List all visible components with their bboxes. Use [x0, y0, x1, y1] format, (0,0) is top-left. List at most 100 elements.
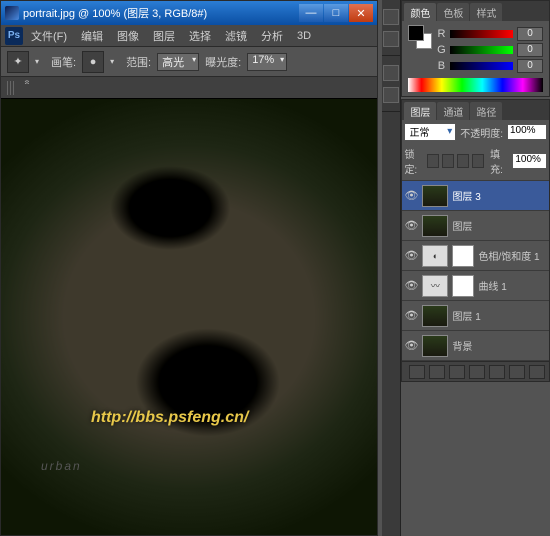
layers-panel: 图层 通道 路径 正常 不透明度: 100% 锁定: 填充:	[401, 99, 550, 382]
visibility-eye-icon[interactable]: 👁	[404, 279, 418, 293]
navigator-icon	[383, 9, 399, 25]
opacity-field[interactable]: 100%	[507, 124, 547, 140]
layer-mask-icon[interactable]	[449, 365, 465, 379]
layer-row[interactable]: 👁 图层 3	[402, 181, 549, 211]
paragraph-icon	[383, 87, 399, 103]
layer-thumbnail[interactable]	[422, 215, 448, 237]
ps-icon[interactable]: Ps	[5, 27, 23, 45]
exposure-label: 曝光度:	[205, 54, 241, 70]
titlebar-text: portrait.jpg @ 100% (图层 3, RGB/8#)	[23, 5, 299, 21]
tab-channels[interactable]: 通道	[437, 102, 469, 120]
layer-fx-icon[interactable]	[429, 365, 445, 379]
delete-layer-icon[interactable]	[529, 365, 545, 379]
channel-g-input[interactable]: 0	[517, 43, 543, 57]
active-tool-icon[interactable]: ✦	[7, 51, 29, 73]
layer-row[interactable]: 👁 ◐ 色相/饱和度 1	[402, 241, 549, 271]
dock-group-1[interactable]	[382, 0, 400, 56]
channel-r-input[interactable]: 0	[517, 27, 543, 41]
right-panels: 颜色 色板 样式 R 0 G	[382, 0, 550, 536]
document-window: portrait.jpg @ 100% (图层 3, RGB/8#) — □ ✕…	[0, 0, 378, 536]
layer-name-label[interactable]: 图层 3	[452, 188, 547, 203]
layer-thumbnail[interactable]: ◐	[422, 245, 448, 267]
blend-mode-select[interactable]: 正常	[404, 123, 456, 141]
menu-file[interactable]: 文件(F)	[25, 26, 73, 46]
visibility-eye-icon[interactable]: 👁	[404, 339, 418, 353]
layer-thumbnail[interactable]	[422, 185, 448, 207]
tab-styles[interactable]: 样式	[470, 3, 502, 21]
color-swatch-pair[interactable]	[408, 25, 432, 49]
fill-field[interactable]: 100%	[512, 153, 547, 169]
menu-analysis[interactable]: 分析	[255, 26, 289, 46]
new-adj-layer-icon[interactable]	[469, 365, 485, 379]
layer-name-label[interactable]: 曲线 1	[478, 278, 547, 293]
layer-row[interactable]: 👁 背景	[402, 331, 549, 361]
menu-image[interactable]: 图像	[111, 26, 145, 46]
range-label: 范围:	[126, 54, 151, 70]
watermark-bottom: urban	[41, 459, 82, 473]
menu-filter[interactable]: 滤镜	[219, 26, 253, 46]
visibility-eye-icon[interactable]: 👁	[404, 309, 418, 323]
brush-preview[interactable]: ●	[82, 51, 104, 73]
channel-g-label: G	[436, 44, 446, 56]
menu-layer[interactable]: 图层	[147, 26, 181, 46]
titlebar[interactable]: portrait.jpg @ 100% (图层 3, RGB/8#) — □ ✕	[1, 1, 377, 25]
layer-list: 👁 图层 3 👁 图层 👁 ◐ 色相/饱和度 1 👁 〰 曲线 1 👁 图层 1 👁 背景	[402, 181, 549, 361]
airbrush-icon[interactable]: ꩰ	[21, 79, 39, 97]
color-panel: 颜色 色板 样式 R 0 G	[401, 0, 550, 97]
panel-dock	[382, 0, 401, 536]
canvas-area[interactable]: http://bbs.psfeng.cn/ urban	[1, 99, 377, 535]
layer-row[interactable]: 👁 图层 1	[402, 301, 549, 331]
minimize-button[interactable]: —	[299, 4, 323, 22]
tool-preset-dropdown[interactable]: ▾	[35, 57, 45, 66]
brush-dropdown[interactable]: ▾	[110, 57, 120, 66]
layers-footer	[402, 361, 549, 381]
tool-options-bar: ✦ ▾ 画笔: ● ▾ 范围: 高光 曝光度: 17%	[1, 47, 377, 77]
layer-name-label[interactable]: 背景	[452, 338, 547, 353]
channel-r-slider[interactable]	[450, 30, 513, 38]
layer-row[interactable]: 👁 图层	[402, 211, 549, 241]
layer-mask-thumbnail[interactable]	[452, 275, 474, 297]
link-layers-icon[interactable]	[409, 365, 425, 379]
layer-mask-thumbnail[interactable]	[452, 245, 474, 267]
spectrum-bar[interactable]	[408, 78, 543, 92]
range-select[interactable]: 高光	[157, 53, 199, 71]
watermark-url: http://bbs.psfeng.cn/	[91, 409, 248, 427]
lock-transparency-icon[interactable]	[427, 154, 439, 168]
sub-grip[interactable]	[7, 81, 15, 95]
visibility-eye-icon[interactable]: 👁	[404, 189, 418, 203]
lock-all-icon[interactable]	[472, 154, 484, 168]
opacity-label: 不透明度:	[460, 125, 503, 140]
visibility-eye-icon[interactable]: 👁	[404, 249, 418, 263]
lock-pixels-icon[interactable]	[442, 154, 454, 168]
layer-name-label[interactable]: 色相/饱和度 1	[478, 248, 547, 263]
layer-thumbnail[interactable]	[422, 335, 448, 357]
channel-b-slider[interactable]	[450, 62, 513, 70]
channel-b-label: B	[436, 60, 446, 72]
menu-select[interactable]: 选择	[183, 26, 217, 46]
menu-3d[interactable]: 3D	[291, 28, 317, 44]
channel-g-slider[interactable]	[450, 46, 513, 54]
brush-label: 画笔:	[51, 54, 76, 70]
visibility-eye-icon[interactable]: 👁	[404, 219, 418, 233]
tab-color[interactable]: 颜色	[404, 3, 436, 21]
layer-name-label[interactable]: 图层 1	[452, 308, 547, 323]
lock-label: 锁定:	[404, 146, 423, 176]
close-button[interactable]: ✕	[349, 4, 373, 22]
maximize-button[interactable]: □	[324, 4, 348, 22]
new-layer-icon[interactable]	[509, 365, 525, 379]
new-group-icon[interactable]	[489, 365, 505, 379]
lock-position-icon[interactable]	[457, 154, 469, 168]
tab-layers[interactable]: 图层	[404, 102, 436, 120]
layer-row[interactable]: 👁 〰 曲线 1	[402, 271, 549, 301]
layer-thumbnail[interactable]	[422, 305, 448, 327]
menu-edit[interactable]: 编辑	[75, 26, 109, 46]
tab-swatches[interactable]: 色板	[437, 3, 469, 21]
dock-group-2[interactable]	[382, 56, 400, 112]
channel-b-input[interactable]: 0	[517, 59, 543, 73]
fill-label: 填充:	[490, 146, 509, 176]
tab-paths[interactable]: 路径	[470, 102, 502, 120]
histogram-icon	[383, 31, 399, 47]
layer-name-label[interactable]: 图层	[452, 218, 547, 233]
layer-thumbnail[interactable]: 〰	[422, 275, 448, 297]
exposure-field[interactable]: 17%	[247, 53, 287, 71]
